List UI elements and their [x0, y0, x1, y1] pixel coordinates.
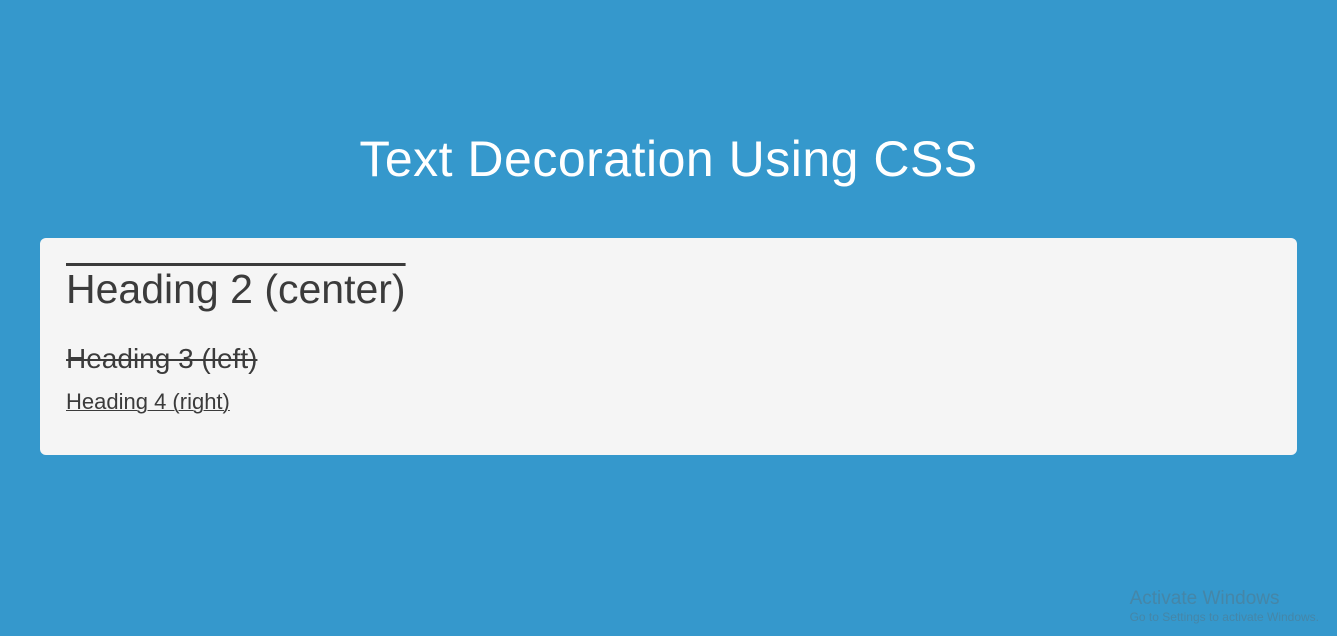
- windows-activation-watermark: Activate Windows Go to Settings to activ…: [1130, 588, 1319, 624]
- watermark-title: Activate Windows: [1130, 588, 1319, 610]
- heading-underline: Heading 4 (right): [66, 389, 1271, 415]
- watermark-subtitle: Go to Settings to activate Windows.: [1130, 610, 1319, 624]
- content-box: Heading 2 (center) Heading 3 (left) Head…: [40, 238, 1297, 455]
- page-title: Text Decoration Using CSS: [0, 0, 1337, 238]
- heading-line-through: Heading 3 (left): [66, 343, 1271, 375]
- heading-overline: Heading 2 (center): [66, 266, 406, 313]
